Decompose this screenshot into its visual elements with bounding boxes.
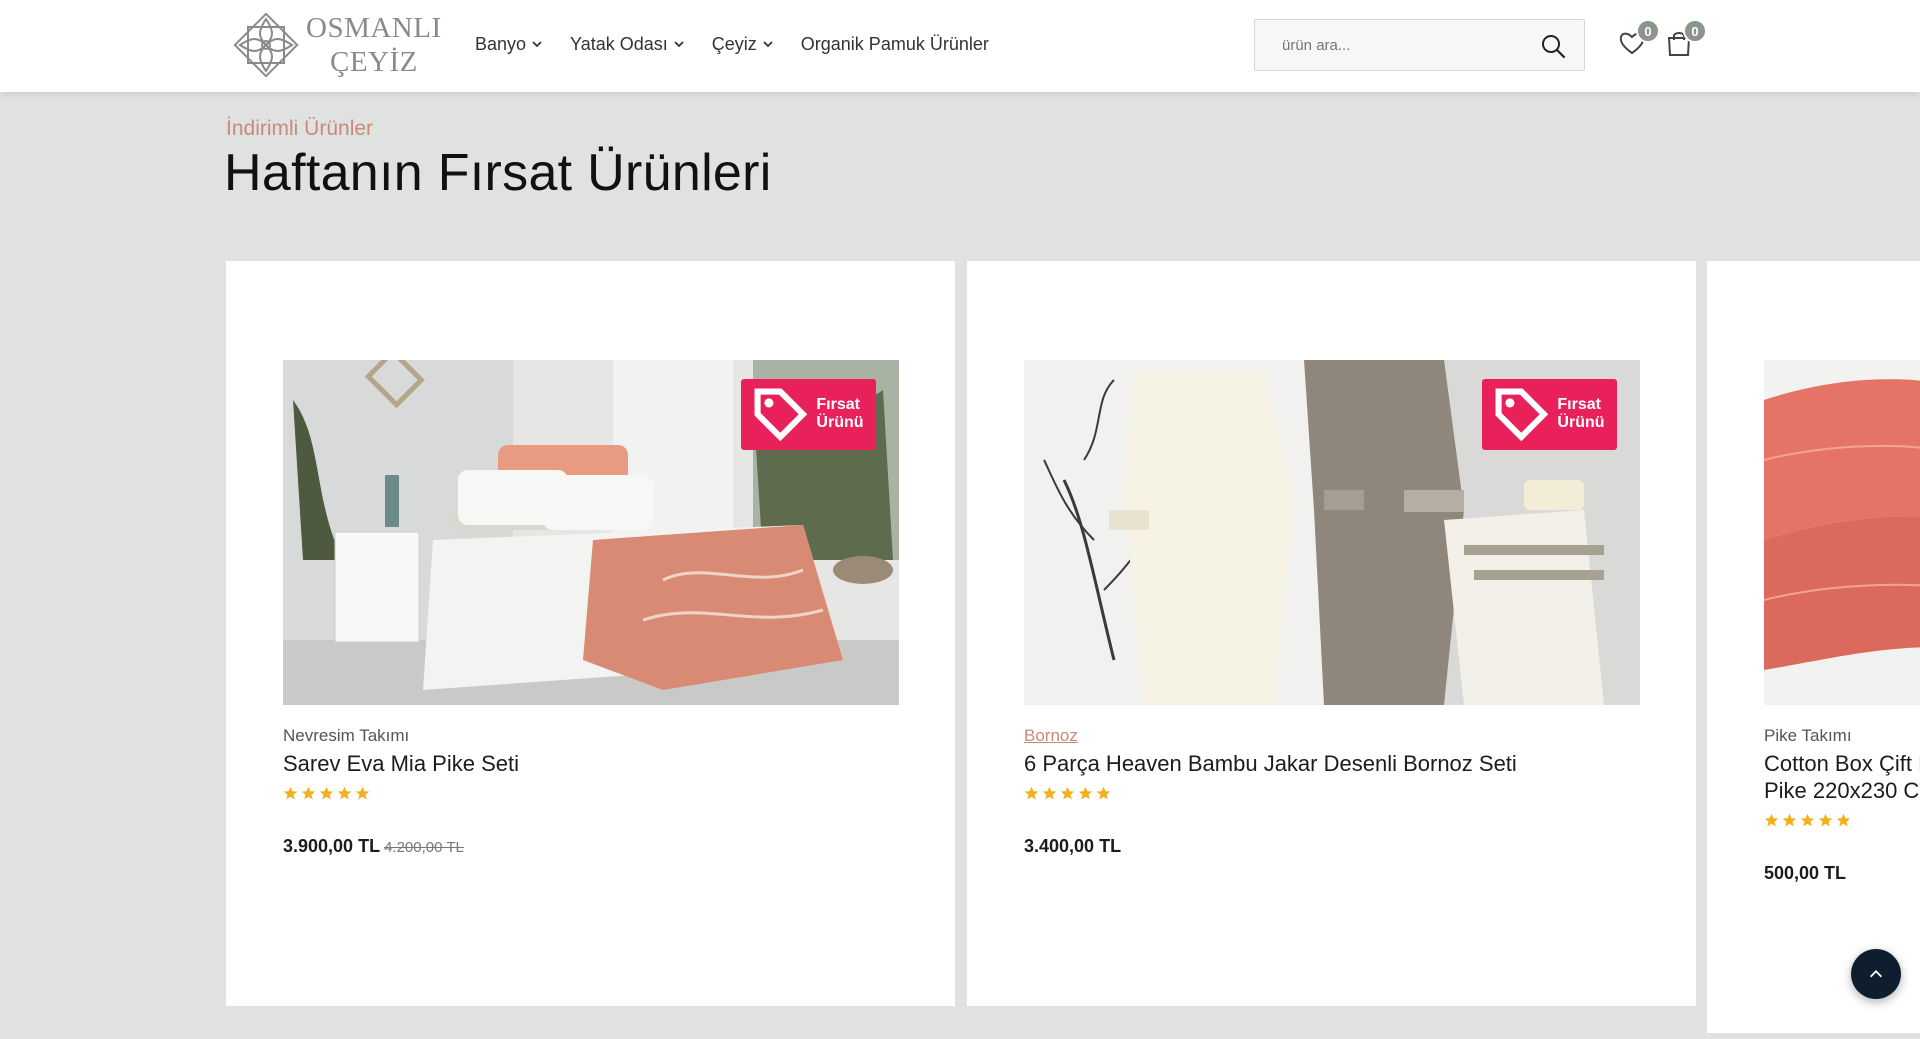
star-icon <box>1060 786 1075 800</box>
star-icon <box>319 786 334 800</box>
product-category: Nevresim Takımı <box>283 726 410 745</box>
old-price: 4.200,00 TL <box>384 839 464 856</box>
star-icon <box>1078 786 1093 800</box>
nav-label: Organik Pamuk Ürünler <box>800 33 989 54</box>
star-icon <box>337 786 352 800</box>
product-name[interactable]: 6 Parça Heaven Bambu Jakar Desenli Borno… <box>1024 750 1517 777</box>
product-image[interactable] <box>1764 360 1920 705</box>
star-icon <box>1042 786 1057 800</box>
star-icon <box>301 786 316 800</box>
product-name-line-2: Pike 220x230 C <box>1764 778 1920 803</box>
search-icon[interactable] <box>1540 33 1566 59</box>
star-icon <box>283 786 298 800</box>
current-price: 3.400,00 TL <box>1024 836 1122 856</box>
product-name[interactable]: Sarev Eva Mia Pike Seti <box>283 750 519 777</box>
main-nav: Banyo Yatak Odası Çeyiz Organik Pamuk Ür… <box>475 30 1016 58</box>
star-icon <box>1800 813 1815 827</box>
search-input[interactable] <box>1282 36 1522 54</box>
logo-wordmark: OSMANLI ÇEYİZ <box>306 11 442 79</box>
star-rating <box>1764 813 1851 828</box>
product-image[interactable]: Fırsat Ürünü <box>1024 360 1640 705</box>
search-box <box>1254 19 1585 71</box>
chevron-down-icon <box>674 41 684 48</box>
star-icon <box>1836 813 1851 827</box>
wishlist-button[interactable]: 0 <box>1617 19 1660 58</box>
star-icon <box>1764 813 1779 827</box>
section-eyebrow: İndirimli Ürünler <box>226 117 374 140</box>
logo-line-1: OSMANLI <box>306 12 442 44</box>
section-title: Haftanın Fırsat Ürünleri <box>224 144 772 202</box>
tag-icon <box>1495 388 1549 442</box>
chevron-down-icon <box>763 41 773 48</box>
wishlist-count-badge: 0 <box>1636 19 1660 43</box>
cart-button[interactable]: 0 <box>1664 19 1707 58</box>
product-name[interactable]: Cotton Box Çift K Pike 220x230 C <box>1764 750 1920 804</box>
current-price: 3.900,00 TL <box>283 836 381 856</box>
nav-label: Çeyiz <box>711 33 757 54</box>
star-icon <box>1096 786 1111 800</box>
product-card[interactable]: Pike Takımı Cotton Box Çift K Pike 220x2… <box>1707 261 1920 1033</box>
nav-label: Yatak Odası <box>570 33 668 54</box>
back-to-top-button[interactable] <box>1851 949 1901 999</box>
star-icon <box>355 786 370 800</box>
nav-label: Banyo <box>475 33 527 54</box>
product-card[interactable]: Fırsat Ürünü Nevresim Takımı Sarev Eva M… <box>226 261 955 1006</box>
product-image[interactable]: Fırsat Ürünü <box>283 360 899 705</box>
star-icon <box>1782 813 1797 827</box>
nav-item-organik-pamuk[interactable]: Organik Pamuk Ürünler <box>801 30 989 58</box>
cart-count-badge: 0 <box>1683 19 1707 43</box>
site-logo[interactable]: OSMANLI ÇEYİZ <box>226 5 446 85</box>
deal-badge-label: Fırsat Ürünü <box>816 396 864 432</box>
product-name-line-1: Cotton Box Çift K <box>1764 751 1920 776</box>
deal-badge: Fırsat Ürünü <box>740 379 876 450</box>
logo-line-2: ÇEYİZ <box>330 46 418 78</box>
tag-icon <box>754 388 808 442</box>
product-category: Pike Takımı <box>1764 726 1852 745</box>
product-price: 3.400,00 TL <box>1024 836 1121 857</box>
product-card[interactable]: Fırsat Ürünü Bornoz 6 Parça Heaven Bambu… <box>967 261 1696 1006</box>
logo-ornament-icon <box>233 12 299 78</box>
star-icon <box>1818 813 1833 827</box>
deal-badge: Fırsat Ürünü <box>1481 379 1617 450</box>
nav-item-yatak-odasi[interactable]: Yatak Odası <box>570 30 685 58</box>
site-header: OSMANLI ÇEYİZ Banyo Yatak Odası Çeyiz Or… <box>0 0 1920 92</box>
star-icon <box>1024 786 1039 800</box>
chevron-up-icon <box>1869 970 1883 978</box>
product-price: 3.900,00 TL 4.200,00 TL <box>283 836 464 857</box>
nav-item-banyo[interactable]: Banyo <box>475 30 543 58</box>
chevron-down-icon <box>532 41 542 48</box>
deal-badge-label: Fırsat Ürünü <box>1557 396 1605 432</box>
current-price: 500,00 TL <box>1764 863 1847 883</box>
product-price: 500,00 TL <box>1764 863 1846 884</box>
product-category-link[interactable]: Bornoz <box>1024 726 1078 746</box>
nav-item-ceyiz[interactable]: Çeyiz <box>712 30 774 58</box>
pique-photo <box>1764 360 1920 705</box>
star-rating <box>1024 786 1111 801</box>
star-rating <box>283 786 370 801</box>
